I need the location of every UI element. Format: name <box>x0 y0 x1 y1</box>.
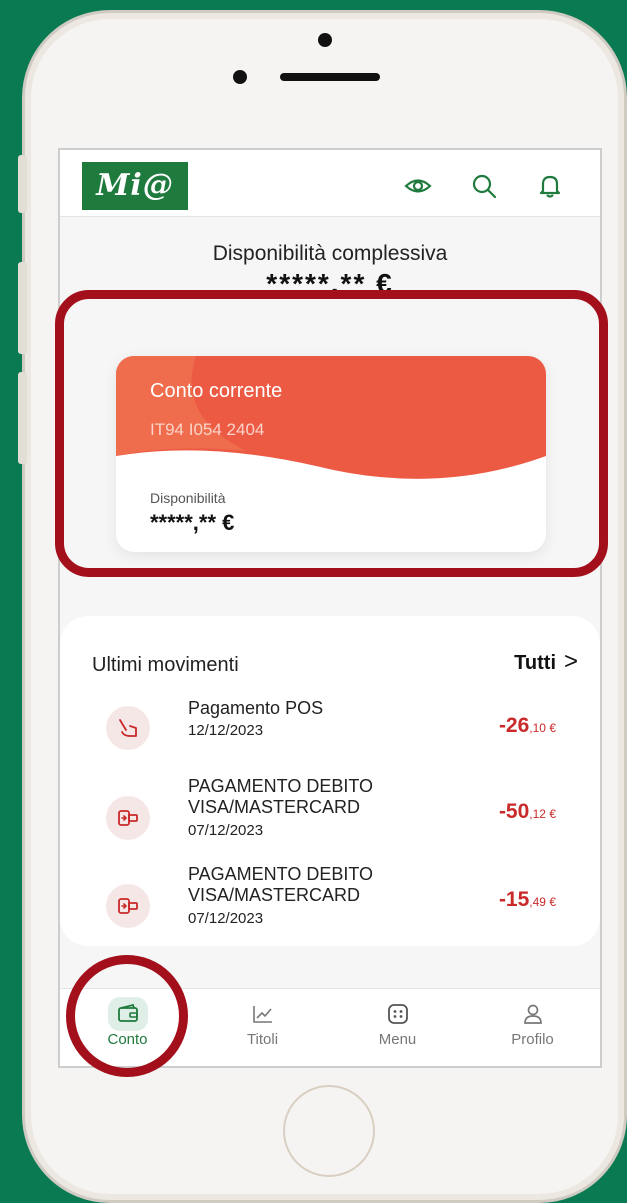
movements-title: Ultimi movimenti <box>92 654 239 676</box>
card-payment-icon <box>106 884 150 928</box>
movement-description: PAGAMENTO DEBITO VISA/MASTERCARD <box>188 776 374 817</box>
eye-icon[interactable] <box>404 172 432 200</box>
chart-icon <box>243 997 283 1031</box>
app-screen: Mi@ Disponibilità complessiva *****,** €… <box>58 148 602 1068</box>
movement-description: Pagamento POS <box>188 698 324 718</box>
movement-amount: -26,10 € <box>498 714 556 737</box>
phone-home-button[interactable] <box>283 1085 375 1177</box>
phone-camera <box>318 33 332 47</box>
search-icon[interactable] <box>470 172 498 200</box>
bell-icon[interactable] <box>536 172 564 200</box>
card-payment-icon <box>106 796 150 840</box>
phone-sensor <box>233 70 247 84</box>
card-highlight-annotation <box>55 290 608 577</box>
phone-speaker <box>280 73 380 81</box>
movement-amount: -15,49 € <box>498 888 556 911</box>
movement-date: 07/12/2023 <box>188 910 264 927</box>
app-header: Mi@ <box>60 150 600 217</box>
chevron-right-icon[interactable]: > <box>564 648 578 676</box>
recent-movements-panel: Ultimi movimenti Tutti > Pagamento POS 1… <box>60 616 600 946</box>
movement-date: 12/12/2023 <box>188 722 264 739</box>
nav-label: Menu <box>378 1031 417 1048</box>
nav-label: Titoli <box>246 1031 279 1048</box>
nav-item-profilo[interactable]: Profilo <box>465 989 600 1066</box>
total-balance-label: Disponibilità complessiva <box>212 242 448 265</box>
pos-payment-icon <box>106 706 150 750</box>
menu-icon <box>378 997 418 1031</box>
show-all-link[interactable]: Tutti <box>514 652 556 675</box>
movement-description: PAGAMENTO DEBITO VISA/MASTERCARD <box>188 864 374 905</box>
phone-side-button <box>18 155 27 213</box>
conto-highlight-annotation <box>66 955 188 1077</box>
nav-item-menu[interactable]: Menu <box>330 989 465 1066</box>
movement-amount: -50,12 € <box>498 800 556 823</box>
nav-label: Profilo <box>511 1031 554 1048</box>
phone-side-button <box>18 372 27 464</box>
profile-icon <box>513 997 553 1031</box>
movement-date: 07/12/2023 <box>188 822 264 839</box>
phone-side-button <box>18 262 27 354</box>
nav-item-titoli[interactable]: Titoli <box>195 989 330 1066</box>
app-logo: Mi@ <box>82 162 188 210</box>
